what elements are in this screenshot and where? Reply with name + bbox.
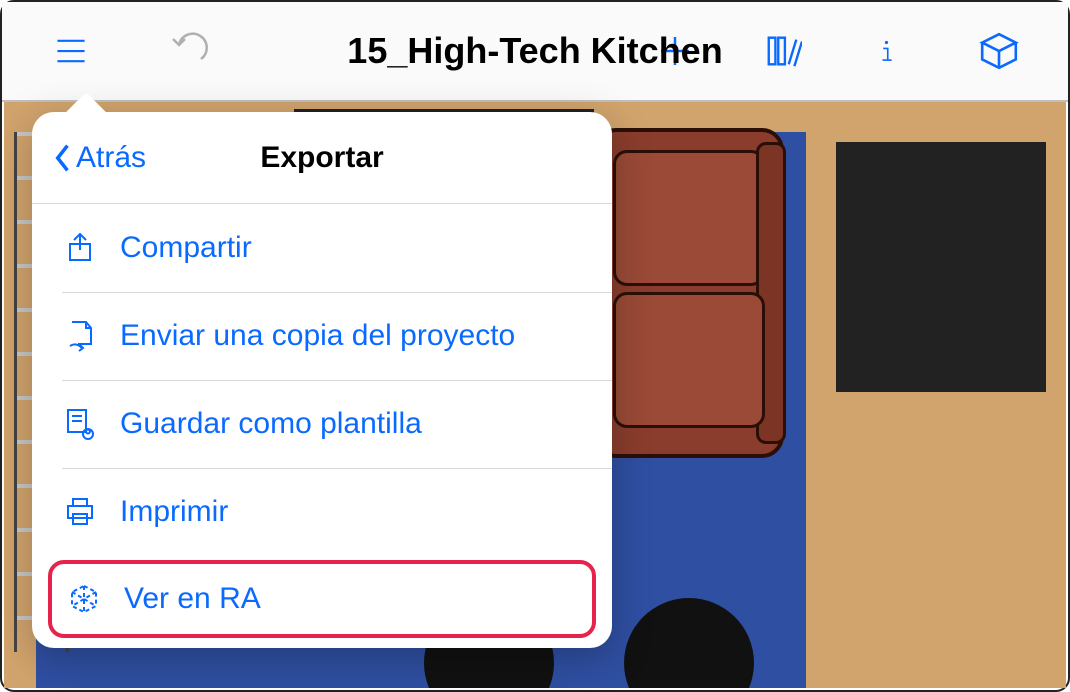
menu-icon: [51, 34, 91, 68]
menu-item-print[interactable]: Imprimir: [32, 468, 612, 556]
undo-button[interactable]: [165, 27, 213, 75]
menu-item-save-template[interactable]: Guardar como plantilla: [32, 380, 612, 468]
top-toolbar: 15_High-Tech Kitchen: [2, 2, 1068, 102]
menu-item-label: Enviar una copia del proyecto: [120, 319, 515, 353]
printer-icon: [62, 494, 98, 530]
menu-item-label: Compartir: [120, 231, 252, 265]
menu-item-send-copy[interactable]: Enviar una copia del proyecto: [32, 292, 612, 380]
info-button[interactable]: [867, 27, 915, 75]
undo-icon: [169, 31, 209, 71]
menu-item-label: Ver en RA: [124, 582, 261, 616]
document-send-icon: [62, 318, 98, 354]
menu-item-share[interactable]: Compartir: [32, 204, 612, 292]
furniture-appliance: [836, 142, 1046, 392]
template-icon: [62, 406, 98, 442]
info-icon: [878, 31, 904, 71]
menu-item-label: Guardar como plantilla: [120, 407, 422, 441]
menu-item-view-ar[interactable]: Ver en RA: [48, 560, 596, 638]
library-button[interactable]: [759, 27, 807, 75]
back-button[interactable]: Atrás: [32, 141, 146, 175]
menu-item-label: Imprimir: [120, 495, 228, 529]
plus-icon: [655, 31, 695, 71]
add-button[interactable]: [651, 27, 699, 75]
back-label: Atrás: [76, 141, 146, 175]
chevron-left-icon: [54, 143, 72, 173]
share-icon: [62, 230, 98, 266]
export-popover: Atrás Exportar Compartir: [32, 112, 612, 648]
furniture-sofa: [594, 128, 784, 458]
ar-icon: [66, 581, 102, 617]
export-menu: Compartir Enviar una copia del proyecto: [32, 204, 612, 638]
cube-icon: [978, 30, 1020, 72]
menu-button[interactable]: [47, 27, 95, 75]
books-icon: [764, 31, 802, 71]
popover-header: Atrás Exportar: [32, 112, 612, 204]
view3d-button[interactable]: [975, 27, 1023, 75]
